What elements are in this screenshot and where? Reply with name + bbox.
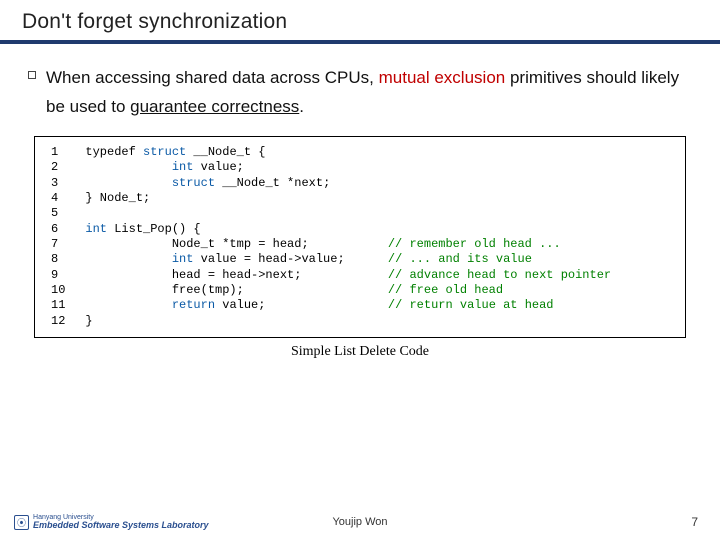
footer: ⦿ Hanyang University Embedded Software S… xyxy=(0,514,720,530)
logo-icon: ⦿ xyxy=(14,515,29,530)
slide-title: Don't forget synchronization xyxy=(22,10,720,34)
line-numbers: 1 2 3 4 5 6 7 8 9 10 11 12 xyxy=(39,145,85,329)
body-highlight: mutual exclusion xyxy=(379,68,506,87)
body-pre: When accessing shared data across CPUs, xyxy=(46,68,379,87)
code-box: 1 2 3 4 5 6 7 8 9 10 11 12 typedef struc… xyxy=(34,136,686,338)
page-number: 7 xyxy=(691,515,698,529)
square-bullet-icon xyxy=(28,71,36,79)
code-listing: typedef struct __Node_t { int value; str… xyxy=(85,145,675,329)
body-text: When accessing shared data across CPUs, … xyxy=(46,64,692,122)
bullet-row: When accessing shared data across CPUs, … xyxy=(28,64,692,122)
logo-line2: Embedded Software Systems Laboratory xyxy=(33,521,209,530)
body-underline: guarantee correctness xyxy=(130,97,299,116)
body-post: . xyxy=(299,97,304,116)
content-area: When accessing shared data across CPUs, … xyxy=(0,44,720,360)
footer-logo: ⦿ Hanyang University Embedded Software S… xyxy=(14,514,209,530)
footer-author: Youjip Won xyxy=(332,516,387,528)
title-bar: Don't forget synchronization xyxy=(0,0,720,44)
code-caption: Simple List Delete Code xyxy=(28,344,692,360)
